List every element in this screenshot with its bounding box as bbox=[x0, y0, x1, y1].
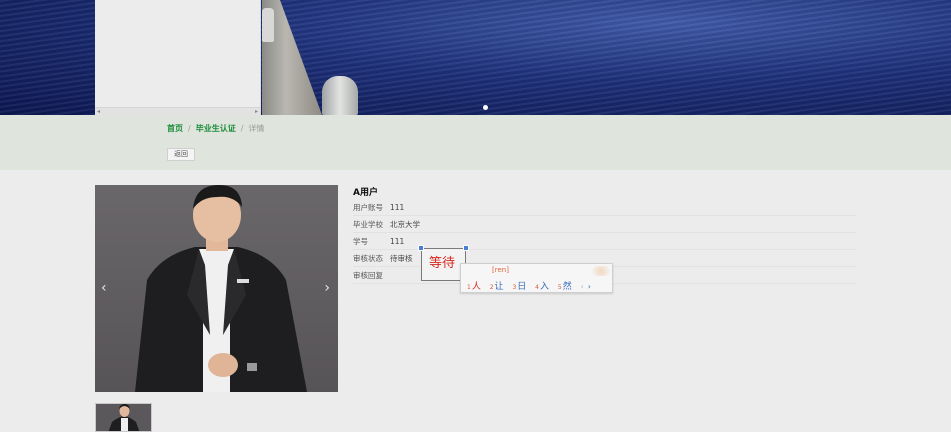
ime-candidate[interactable]: 1人 bbox=[467, 279, 481, 292]
field-label: 审核状态 bbox=[353, 254, 383, 263]
field-value: 北京大学 bbox=[390, 220, 420, 229]
ime-pager: ‹ › bbox=[581, 282, 591, 291]
field-value: 111 bbox=[390, 203, 405, 212]
ime-composition-text: 等待 bbox=[429, 256, 456, 271]
candidate-word: 入 bbox=[539, 282, 549, 292]
ime-candidate[interactable]: 3日 bbox=[512, 279, 526, 292]
breadcrumb-separator: / bbox=[188, 124, 191, 133]
selection-handle-start[interactable] bbox=[418, 245, 424, 251]
field-label: 毕业学校 bbox=[353, 220, 383, 229]
detail-row-account: 用户账号 111 bbox=[353, 199, 857, 216]
profile-photo-carousel: ‹ › bbox=[95, 185, 338, 392]
ime-prev-page-icon[interactable]: ‹ bbox=[581, 282, 584, 291]
back-button[interactable]: 返回 bbox=[167, 148, 195, 161]
ime-next-page-icon[interactable]: › bbox=[588, 282, 591, 291]
selection-handle-end[interactable] bbox=[463, 245, 469, 251]
candidate-number: 1 bbox=[467, 284, 471, 291]
candidate-number: 2 bbox=[489, 284, 494, 291]
detail-row-school: 毕业学校 北京大学 bbox=[353, 216, 857, 233]
user-name: A用户 bbox=[353, 188, 378, 198]
breadcrumb-home[interactable]: 首页 bbox=[167, 124, 183, 133]
breadcrumb: 首页 / 毕业生认证 / 详情 bbox=[167, 123, 264, 134]
candidate-word: 然 bbox=[562, 282, 572, 292]
carousel-next-icon[interactable]: › bbox=[324, 281, 330, 295]
carousel-indicator-dot[interactable] bbox=[483, 105, 488, 110]
field-label: 审核回复 bbox=[353, 271, 383, 280]
ime-candidate[interactable]: 2让 bbox=[490, 279, 504, 292]
breadcrumb-section[interactable]: 毕业生认证 bbox=[196, 124, 236, 133]
horizontal-scrollbar[interactable]: ◂ ▸ bbox=[95, 107, 260, 115]
ime-candidate[interactable]: 5然 bbox=[558, 279, 572, 292]
field-value: 111 bbox=[390, 237, 405, 246]
person-photo bbox=[135, 185, 307, 392]
banner-post-image bbox=[262, 8, 274, 42]
ime-pinyin: [ren] bbox=[492, 266, 509, 274]
photo-thumbnail[interactable] bbox=[95, 403, 152, 432]
dropdown-panel: ◂ ▸ bbox=[95, 0, 261, 115]
candidate-number: 4 bbox=[535, 284, 539, 291]
field-label: 学号 bbox=[353, 237, 368, 246]
person-thumbnail-image bbox=[108, 404, 140, 431]
breadcrumb-bar: 首页 / 毕业生认证 / 详情 返回 bbox=[0, 115, 951, 170]
ime-candidate[interactable]: 4入 bbox=[535, 279, 549, 292]
candidate-word: 人 bbox=[471, 282, 481, 292]
candidate-word: 让 bbox=[494, 282, 504, 292]
ime-candidate-list: 1人 2让 3日 4入 5然 ‹ › bbox=[467, 279, 591, 292]
field-label: 用户账号 bbox=[353, 203, 383, 212]
carousel-prev-icon[interactable]: ‹ bbox=[101, 281, 107, 295]
breadcrumb-current: 详情 bbox=[248, 124, 265, 133]
ime-skin-decoration bbox=[592, 266, 610, 276]
candidate-word: 日 bbox=[517, 282, 527, 292]
breadcrumb-separator: / bbox=[240, 124, 244, 133]
candidate-number: 5 bbox=[557, 284, 562, 291]
banner-post-image bbox=[322, 76, 358, 115]
candidate-number: 3 bbox=[512, 284, 517, 291]
field-value: 待审核 bbox=[390, 254, 413, 263]
ime-candidate-window: [ren] 1人 2让 3日 4入 5然 ‹ › bbox=[460, 263, 613, 293]
